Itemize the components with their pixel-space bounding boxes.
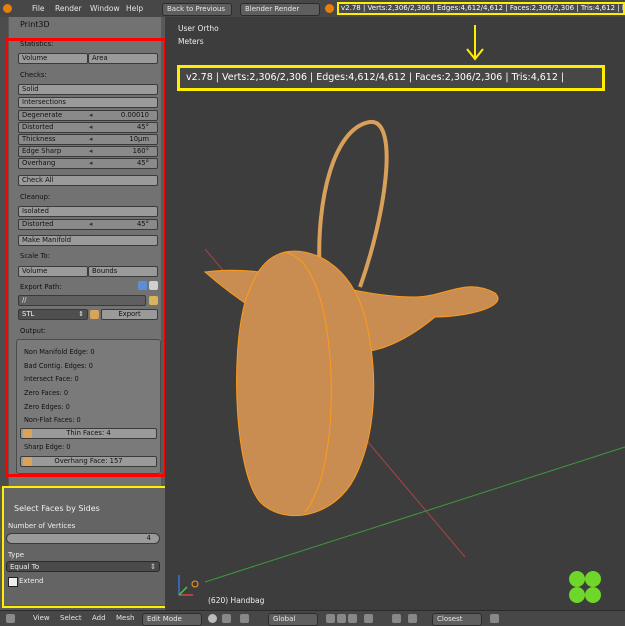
back-to-previous-button[interactable]: Back to Previous	[162, 3, 232, 16]
bag-body	[236, 250, 375, 517]
orientation-select[interactable]: Global	[268, 613, 318, 626]
editor-type-icon[interactable]	[6, 614, 15, 623]
snap-icon[interactable]	[392, 614, 401, 623]
blender-small-icon	[325, 4, 334, 13]
menu-help[interactable]: Help	[126, 4, 143, 13]
topbar-stats: v2.78 | Verts:2,306/2,306 | Edges:4,612/…	[337, 2, 625, 15]
yellow-highlight-box-operator	[2, 486, 173, 608]
menu-file[interactable]: File	[32, 4, 45, 13]
blender-logo-icon[interactable]	[3, 4, 12, 13]
shading-icon[interactable]	[208, 614, 217, 623]
pivot-icon[interactable]	[222, 614, 231, 623]
vertex-select-icon[interactable]	[326, 614, 335, 623]
snap-element-icon[interactable]	[408, 614, 417, 623]
viewport-header: View Select Add Mesh Edit Mode Global Cl…	[0, 610, 625, 626]
object-label: (620) Handbag	[208, 596, 265, 605]
edge-select-icon[interactable]	[337, 614, 346, 623]
3d-viewport[interactable]	[165, 17, 625, 610]
menu-render[interactable]: Render	[55, 4, 82, 13]
mode-select[interactable]: Edit Mode	[142, 613, 202, 626]
3d-cursor-icon[interactable]	[191, 580, 199, 588]
red-highlight-box	[5, 38, 167, 477]
render-icon[interactable]	[490, 614, 499, 623]
menu-add[interactable]: Add	[92, 614, 106, 622]
panel-title[interactable]: Print3D	[20, 20, 50, 29]
view-name: User Ortho	[178, 24, 219, 33]
menu-mesh[interactable]: Mesh	[116, 614, 134, 622]
render-engine-select[interactable]: Blender Render	[240, 3, 320, 16]
snap-target-select[interactable]: Closest	[432, 613, 482, 626]
menu-window[interactable]: Window	[90, 4, 120, 13]
menu-select[interactable]: Select	[60, 614, 82, 622]
manipulator-icon[interactable]	[240, 614, 249, 623]
menu-view[interactable]: View	[33, 614, 50, 622]
clover-logo-icon	[569, 571, 601, 603]
viewport-scene	[178, 25, 625, 603]
stats-overlay-highlight: v2.78 | Verts:2,306/2,306 | Edges:4,612/…	[177, 65, 605, 91]
y-axis-icon	[178, 586, 188, 596]
units-label: Meters	[178, 37, 204, 46]
face-select-icon[interactable]	[348, 614, 357, 623]
proportional-edit-icon[interactable]	[364, 614, 373, 623]
